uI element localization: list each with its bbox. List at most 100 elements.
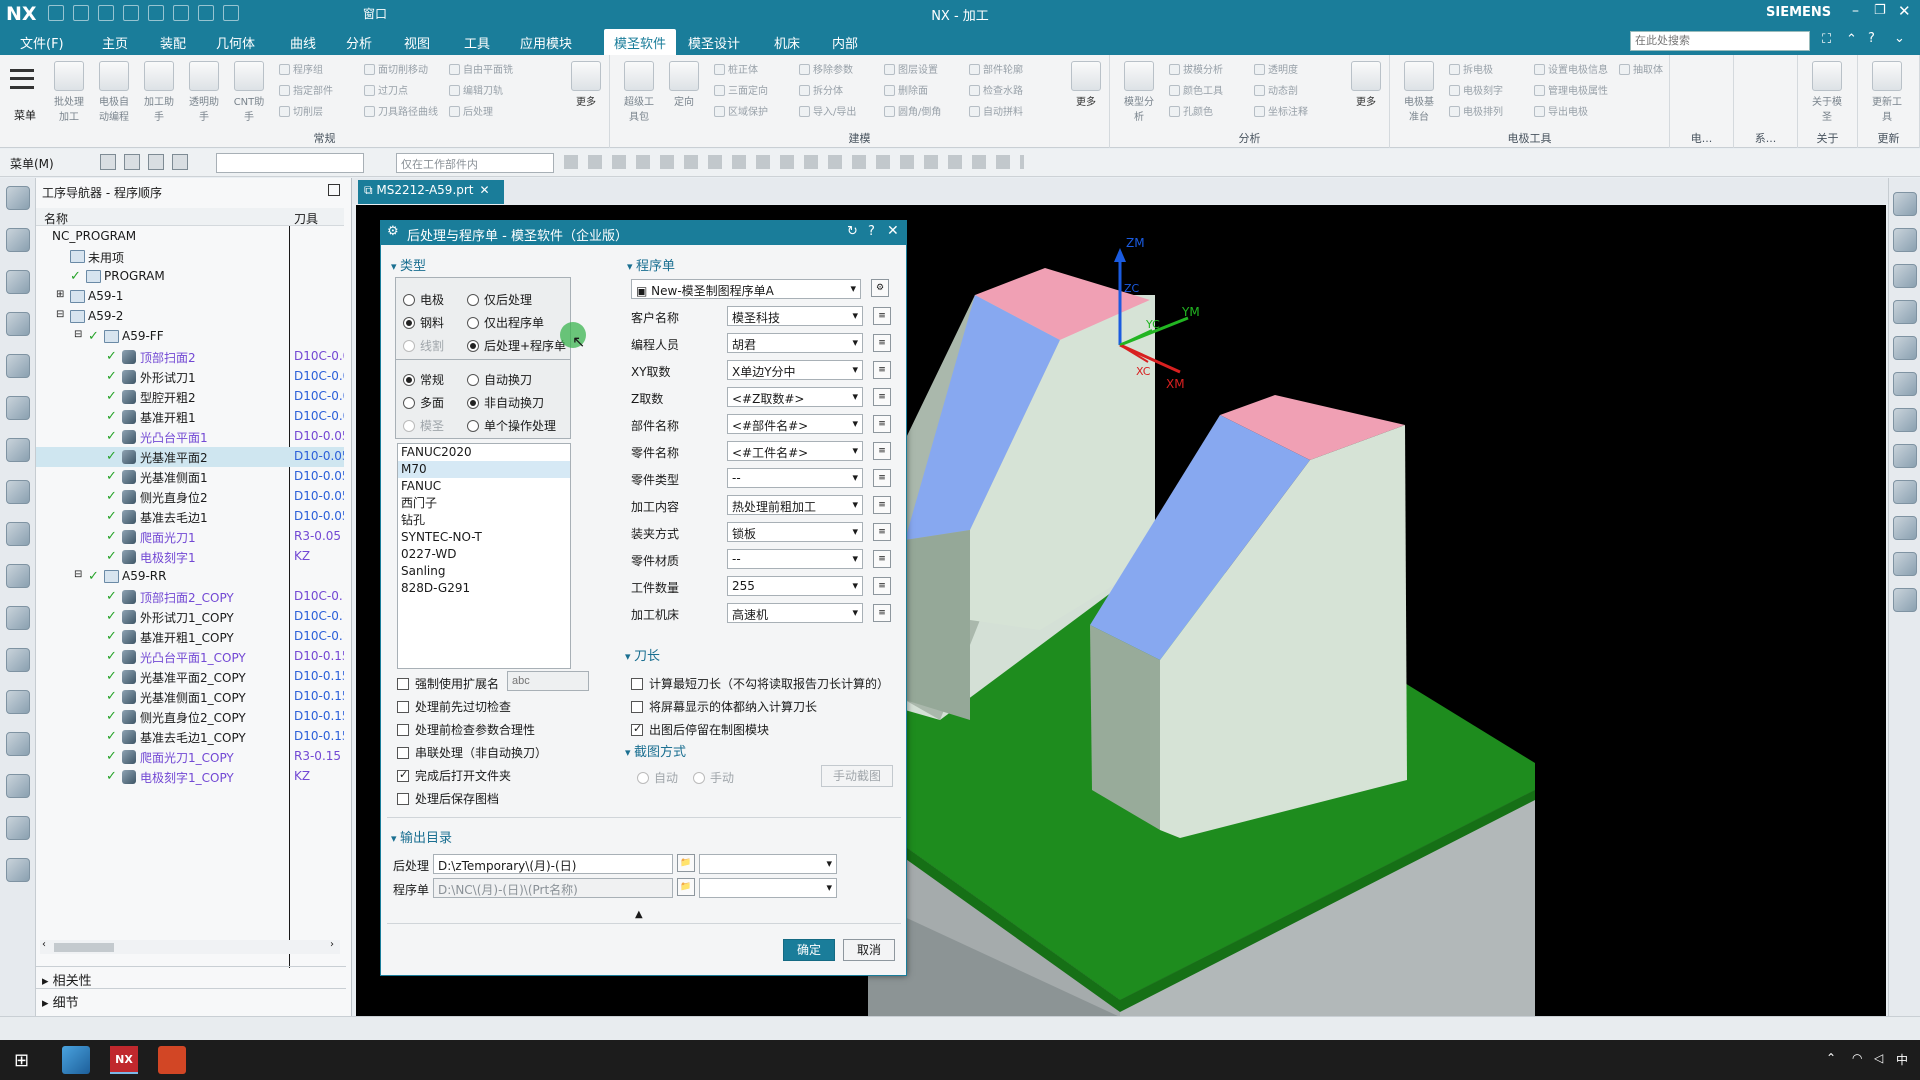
ribbon-small-button[interactable]: 电极排列: [1449, 103, 1503, 118]
ribbon-small-button[interactable]: 孔颜色: [1169, 103, 1213, 118]
tree-row[interactable]: ✓ 侧光直身位2_COPY D10-0.15: [36, 707, 344, 727]
postprocessor-item[interactable]: FANUC: [398, 478, 570, 495]
checkbox-options-1[interactable]: 处理前检查参数合理性: [397, 721, 535, 738]
field-select[interactable]: 锁板: [727, 522, 863, 542]
radio-mode_col2-0[interactable]: 自动换刀: [467, 371, 532, 388]
ribbon-small-button[interactable]: 拆电极: [1449, 61, 1493, 76]
tray-chevron-icon[interactable]: ⌃: [1826, 1051, 1836, 1065]
field-list-icon[interactable]: ≡: [873, 496, 891, 514]
menu-item-5[interactable]: 分析: [346, 33, 372, 52]
tool-view-icon[interactable]: [148, 154, 164, 170]
program-section-header[interactable]: 程序单: [627, 255, 675, 274]
field-select[interactable]: <#工件名#>: [727, 441, 863, 461]
resource-tab-icon[interactable]: [6, 186, 30, 210]
field-select[interactable]: --: [727, 549, 863, 569]
ribbon-small-button[interactable]: 过刀点: [364, 82, 408, 97]
right-tool-icon[interactable]: [1893, 588, 1917, 612]
field-list-icon[interactable]: ≡: [873, 550, 891, 568]
ribbon-small-button[interactable]: 自动拼料: [969, 103, 1023, 118]
field-select[interactable]: <#Z取数#>: [727, 387, 863, 407]
field-select[interactable]: <#部件名#>: [727, 414, 863, 434]
ribbon-small-button[interactable]: 动态剖: [1254, 82, 1298, 97]
selection-scope[interactable]: 仅在工作部件内: [396, 153, 554, 173]
ribbon-button[interactable]: 关于模圣: [1808, 61, 1846, 123]
ribbon-small-button[interactable]: 自由平面铣: [449, 61, 513, 76]
assembly-icon[interactable]: [124, 154, 140, 170]
radio-type_col2-0[interactable]: 仅后处理: [467, 291, 532, 308]
ribbon-small-button[interactable]: 透明度: [1254, 61, 1298, 76]
resource-tab-icon[interactable]: [6, 690, 30, 714]
right-tool-icon[interactable]: [1893, 480, 1917, 504]
tree-row[interactable]: ✓ 光凸台平面1 D10-0.05: [36, 427, 344, 447]
field-select[interactable]: --: [727, 468, 863, 488]
collapse-up-icon[interactable]: ▲: [635, 909, 643, 920]
ribbon-small-button[interactable]: 拆分体: [799, 82, 843, 97]
ribbon-small-button[interactable]: 导出电极: [1534, 103, 1588, 118]
radio-mode_col1-2[interactable]: 模圣: [403, 417, 444, 434]
explorer-icon[interactable]: [62, 1046, 90, 1074]
radio-mode_col1-0[interactable]: 常规: [403, 371, 444, 388]
ribbon-button[interactable]: 更新工具: [1868, 61, 1906, 123]
geometry-view-icon[interactable]: [172, 154, 188, 170]
maximize-navigator-icon[interactable]: [328, 184, 340, 196]
resource-tab-icon[interactable]: [6, 438, 30, 462]
tree-row[interactable]: ✓ PROGRAM: [36, 267, 344, 287]
volume-icon[interactable]: ◁: [1874, 1051, 1883, 1065]
field-select[interactable]: 高速机: [727, 603, 863, 623]
radio-mode_col2-1[interactable]: 非自动换刀: [467, 394, 544, 411]
postprocessor-item[interactable]: 西门子: [398, 495, 570, 512]
more-button[interactable]: 更多: [1067, 61, 1105, 108]
ribbon-small-button[interactable]: 电极刻字: [1449, 82, 1503, 97]
ribbon-small-button[interactable]: 检查水路: [969, 82, 1023, 97]
ribbon-button[interactable]: 定向: [665, 61, 703, 108]
tree-row[interactable]: ✓ 光基准平面2 D10-0.05: [36, 447, 344, 467]
ribbon-small-button[interactable]: 区域保护: [714, 103, 768, 118]
tree-row[interactable]: ✓ 电极刻字1_COPY KZ: [36, 767, 344, 787]
select-icon[interactable]: [100, 154, 116, 170]
ribbon-small-button[interactable]: 圆角/倒角: [884, 103, 941, 118]
tree-row[interactable]: ✓ 侧光直身位2 D10-0.05: [36, 487, 344, 507]
help-icon[interactable]: ?: [1868, 31, 1875, 46]
right-tool-icon[interactable]: [1893, 336, 1917, 360]
field-list-icon[interactable]: ≡: [873, 577, 891, 595]
column-tool[interactable]: 刀具: [294, 210, 318, 227]
checkbox-options-0[interactable]: 处理前先过切检查: [397, 698, 511, 715]
menu-item-11[interactable]: 机床: [774, 33, 800, 52]
close-tab-icon[interactable]: ✕: [480, 183, 490, 197]
restore-icon[interactable]: ❐: [1874, 3, 1886, 18]
resource-tab-icon[interactable]: [6, 648, 30, 672]
ribbon-small-button[interactable]: 刀具路径曲线: [364, 103, 438, 118]
field-list-icon[interactable]: ≡: [873, 334, 891, 352]
ribbon-button[interactable]: 模型分析: [1120, 61, 1158, 123]
radio-type_col1-2[interactable]: 线割: [403, 337, 444, 354]
resource-tab-icon[interactable]: [6, 312, 30, 336]
screenshot-manual-radio[interactable]: 手动: [693, 769, 734, 786]
field-list-icon[interactable]: ≡: [873, 469, 891, 487]
tree-row[interactable]: ✓ 电极刻字1 KZ: [36, 547, 344, 567]
scroll-left-icon[interactable]: ‹: [42, 939, 46, 950]
ok-button[interactable]: 确定: [783, 939, 835, 961]
detail-section[interactable]: ▸ 细节: [36, 988, 346, 1011]
ribbon-button[interactable]: 电极自动编程: [95, 61, 133, 123]
tree-row[interactable]: ✓ 光基准侧面1_COPY D10-0.15: [36, 687, 344, 707]
expand-toggle-icon[interactable]: ⊞: [56, 289, 64, 300]
tree-row[interactable]: ✓ 爬面光刀1 R3-0.05: [36, 527, 344, 547]
radio-mode_col1-1[interactable]: 多面: [403, 394, 444, 411]
checkbox-options-4[interactable]: 处理后保存图档: [397, 790, 499, 807]
screenshot-auto-radio[interactable]: 自动: [637, 769, 678, 786]
menu-item-7[interactable]: 工具: [464, 33, 490, 52]
ribbon-small-button[interactable]: 三面定向: [714, 82, 768, 97]
screenshot-section-header[interactable]: 截图方式: [625, 741, 686, 760]
more-button[interactable]: 更多: [1347, 61, 1385, 108]
tree-row[interactable]: ✓ 型腔开粗2 D10C-0.0: [36, 387, 344, 407]
resource-tab-icon[interactable]: [6, 606, 30, 630]
field-select[interactable]: 胡君: [727, 333, 863, 353]
tree-row[interactable]: ✓ 顶部扫面2 D10C-0.0: [36, 347, 344, 367]
right-tool-icon[interactable]: [1893, 516, 1917, 540]
field-select[interactable]: X单边Y分中: [727, 360, 863, 380]
tree-row[interactable]: 未用项: [36, 247, 344, 267]
related-section[interactable]: ▸ 相关性: [36, 966, 346, 989]
minimize-icon[interactable]: –: [1852, 3, 1859, 19]
ribbon-small-button[interactable]: 坐标注释: [1254, 103, 1308, 118]
reset-icon[interactable]: ↻: [847, 224, 858, 239]
